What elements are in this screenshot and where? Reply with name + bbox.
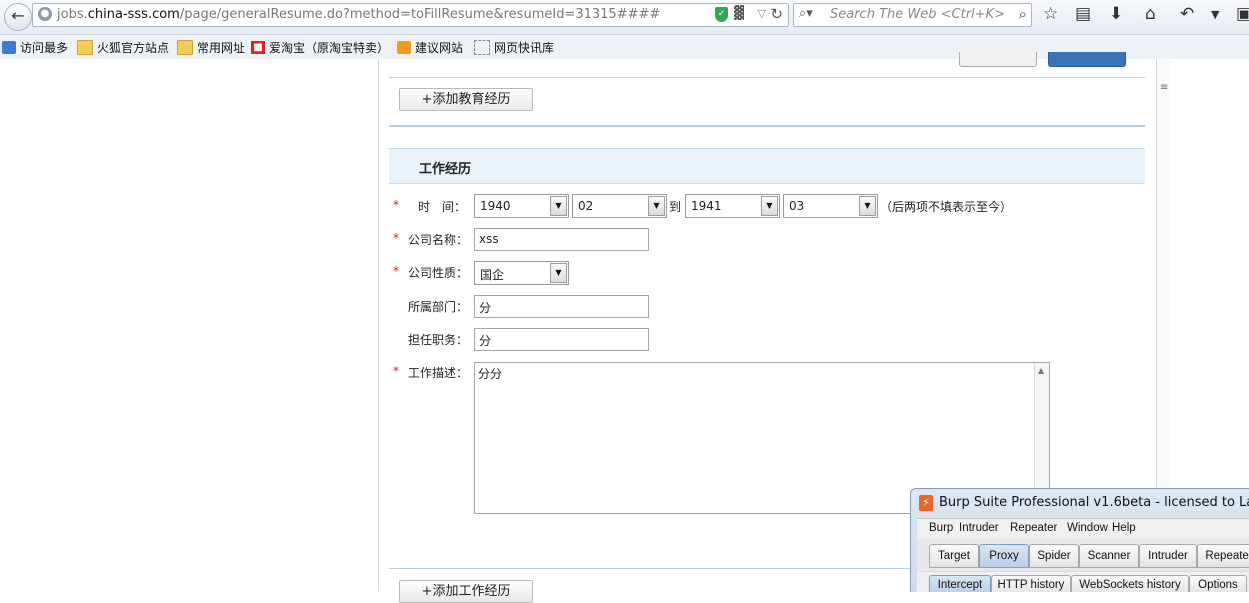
web-slice-icon: [474, 39, 490, 55]
burp-menu-bar: Burp Intruder Repeater Window Help: [917, 518, 1249, 539]
undo-icon[interactable]: ↶: [1180, 4, 1194, 24]
bookmark-common-sites[interactable]: 常用网址: [177, 39, 245, 55]
burp-logo-icon: ⚡: [919, 495, 933, 511]
to-label: 到: [669, 200, 682, 214]
chevron-down-icon[interactable]: ▼: [1211, 8, 1219, 21]
burp-menu-intruder[interactable]: Intruder: [959, 522, 999, 534]
tab-spider[interactable]: Spider: [1029, 544, 1079, 568]
dropdown-arrow-icon[interactable]: ▼: [550, 263, 567, 283]
page-left-border: [378, 59, 379, 591]
company-name-label: 公司名称：: [408, 233, 469, 247]
bookmark-suggested[interactable]: 建议网站: [397, 39, 463, 55]
burp-menu-window[interactable]: Window: [1067, 522, 1108, 534]
tab-scanner[interactable]: Scanner: [1079, 544, 1139, 568]
window-icon[interactable]: ▣: [1236, 4, 1249, 24]
position-input[interactable]: 分: [474, 328, 649, 351]
bookmark-most-visited[interactable]: 访问最多: [2, 39, 68, 55]
folder-icon: [77, 39, 93, 55]
shield-icon[interactable]: ✓: [715, 7, 728, 22]
company-name-input[interactable]: xss: [474, 228, 649, 251]
add-education-button[interactable]: +添加教育经历: [399, 88, 533, 111]
burp-tool-tabs: Target Proxy Spider Scanner Intruder Rep…: [917, 539, 1249, 571]
chevron-down-icon[interactable]: ▽: [758, 7, 766, 20]
bookmark-firefox-site[interactable]: 火狐官方站点: [77, 39, 169, 55]
page-scrollbar[interactable]: ≡: [1156, 59, 1171, 529]
dropdown-arrow-icon[interactable]: ▼: [761, 196, 778, 216]
position-label: 担任职务：: [408, 333, 469, 347]
required-mark: *: [393, 364, 399, 378]
required-mark: *: [393, 198, 399, 212]
download-icon[interactable]: ⬇: [1109, 4, 1123, 24]
burp-proxy-subtabs: Intercept HTTP history WebSockets histor…: [917, 572, 1249, 592]
required-mark: *: [393, 264, 399, 278]
subtab-websockets-history[interactable]: WebSockets history: [1071, 575, 1189, 592]
qr-code-icon[interactable]: ▓: [734, 7, 748, 21]
bookmark-ai-taobao[interactable]: ■ 爱淘宝（原淘宝特卖）: [251, 39, 389, 55]
tab-target[interactable]: Target: [929, 544, 979, 568]
burp-menu-repeater[interactable]: Repeater: [1010, 522, 1057, 534]
dropdown-arrow-icon[interactable]: ▼: [550, 196, 567, 216]
lightbulb-icon: [397, 40, 411, 54]
burp-menu-burp[interactable]: Burp: [929, 522, 953, 534]
bookmark-icon: [2, 40, 16, 54]
divider: [389, 125, 1145, 127]
search-bar[interactable]: ⌕▾ Search The Web <Ctrl+K> ⌕: [793, 3, 1032, 27]
back-button[interactable]: ←: [4, 3, 32, 31]
taobao-icon: ■: [251, 40, 265, 54]
dropdown-arrow-icon[interactable]: ▼: [859, 196, 876, 216]
subtab-options[interactable]: Options: [1189, 575, 1247, 592]
reload-icon[interactable]: ↻: [770, 5, 783, 23]
globe-icon: ●: [38, 7, 52, 21]
bookmark-web-slices[interactable]: 网页快讯库: [474, 39, 554, 55]
end-month-select[interactable]: 03 ▼: [783, 194, 878, 218]
dropdown-arrow-icon[interactable]: ▼: [648, 196, 665, 216]
required-mark: *: [393, 231, 399, 245]
magnifier-icon[interactable]: ⌕▾: [799, 6, 813, 21]
save-button-partial[interactable]: [1048, 52, 1126, 67]
section-title: 工作经历: [419, 162, 472, 177]
divider: [389, 77, 1145, 78]
search-go-icon[interactable]: ⌕: [1019, 5, 1027, 23]
department-input[interactable]: 分: [474, 295, 649, 318]
section-header: 工作经历: [389, 148, 1145, 184]
home-icon[interactable]: ⌂: [1145, 4, 1156, 24]
add-work-experience-button[interactable]: +添加工作经历: [399, 580, 533, 603]
start-year-select[interactable]: 1940 ▼: [474, 194, 569, 218]
tab-repeater[interactable]: Repeater: [1197, 544, 1249, 568]
cancel-button-partial[interactable]: [959, 52, 1037, 67]
url-text: jobs.china-sss.com/page/generalResume.do…: [57, 7, 661, 22]
department-label: 所属部门：: [408, 300, 469, 314]
scroll-grip-icon[interactable]: ≡: [1160, 83, 1168, 93]
subtab-http-history[interactable]: HTTP history: [991, 575, 1071, 592]
url-bar[interactable]: ● jobs.china-sss.com/page/generalResume.…: [32, 3, 789, 27]
subtab-intercept[interactable]: Intercept: [929, 575, 991, 592]
burp-suite-window[interactable]: ⚡ Burp Suite Professional v1.6beta - lic…: [910, 488, 1249, 592]
star-icon[interactable]: ☆: [1043, 4, 1058, 24]
folder-icon: [177, 39, 193, 55]
company-nature-select[interactable]: 国企 ▼: [474, 261, 569, 285]
scroll-up-icon[interactable]: ▲: [1038, 366, 1044, 375]
time-hint: （后两项不填表示至今）: [880, 200, 1013, 214]
browser-toolbar: ← ● jobs.china-sss.com/page/generalResum…: [0, 0, 1249, 35]
start-month-select[interactable]: 02 ▼: [572, 194, 667, 218]
burp-menu-help[interactable]: Help: [1112, 522, 1136, 534]
burp-window-title: Burp Suite Professional v1.6beta - licen…: [939, 495, 1249, 510]
end-year-select[interactable]: 1941 ▼: [685, 194, 780, 218]
clipboard-icon[interactable]: ▤: [1075, 4, 1091, 24]
company-nature-label: 公司性质：: [408, 266, 469, 280]
search-input[interactable]: Search The Web <Ctrl+K>: [830, 7, 1005, 22]
work-description-label: 工作描述：: [408, 366, 469, 380]
tab-proxy[interactable]: Proxy: [979, 544, 1029, 568]
time-label: 时 间：: [418, 200, 467, 214]
tab-intruder[interactable]: Intruder: [1139, 544, 1197, 568]
